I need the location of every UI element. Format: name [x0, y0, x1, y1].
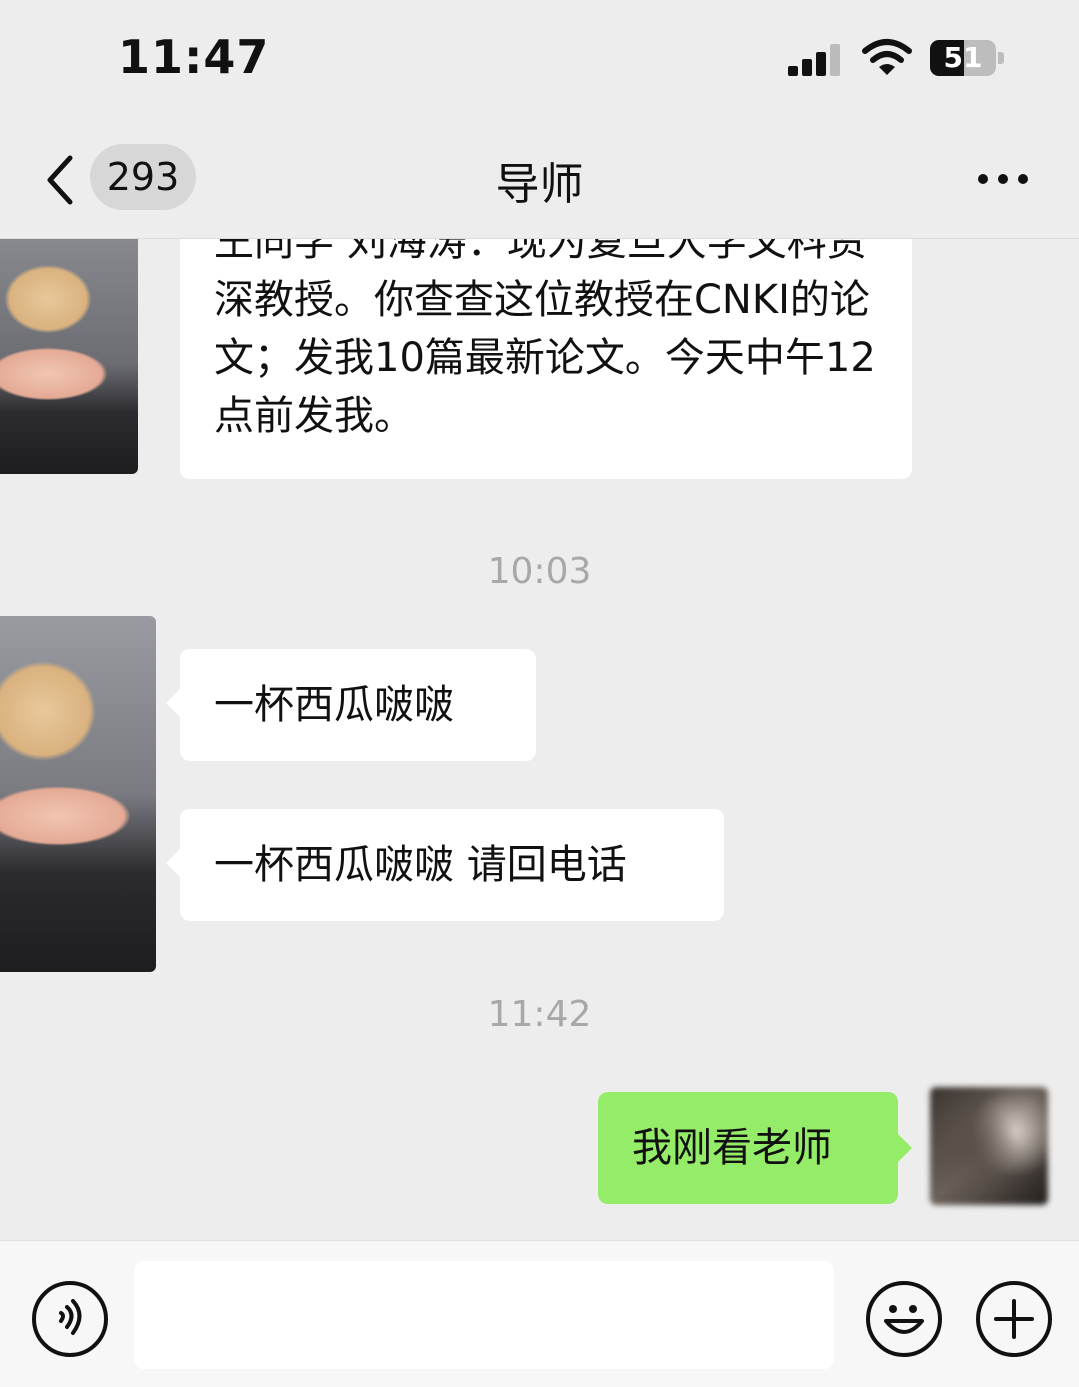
contact-avatar[interactable]: [0, 616, 156, 972]
battery-icon: 51: [930, 40, 996, 76]
outgoing-message[interactable]: 我刚看老师: [598, 1092, 912, 1204]
message-timestamp: 11:42: [487, 994, 592, 1035]
message-input[interactable]: [134, 1261, 834, 1369]
ellipsis-icon[interactable]: [968, 154, 1038, 204]
battery-percent: 51: [943, 41, 983, 74]
input-bar: [0, 1240, 1079, 1387]
incoming-message[interactable]: 一杯西瓜啵啵 请回电话: [166, 809, 724, 921]
smiley-icon[interactable]: [866, 1281, 942, 1357]
cellular-signal-icon: [788, 44, 842, 76]
message-timestamp: 10:03: [487, 551, 592, 592]
contact-avatar[interactable]: [0, 239, 138, 474]
incoming-message[interactable]: 王同学 刘海涛：现为复旦大学文科资深教授。你查查这位教授在CNKI的论文；发我1…: [180, 239, 912, 479]
voice-icon[interactable]: [32, 1281, 108, 1357]
message-list[interactable]: 王同学 刘海涛：现为复旦大学文科资深教授。你查查这位教授在CNKI的论文；发我1…: [0, 239, 1079, 1239]
status-bar: 11:47 51: [0, 0, 1079, 120]
unread-count-badge[interactable]: 293: [90, 144, 196, 210]
status-time: 11:47: [118, 30, 270, 84]
incoming-message[interactable]: 一杯西瓜啵啵: [166, 649, 536, 761]
chevron-left-icon[interactable]: [40, 150, 84, 210]
chat-header: 293 导师: [0, 120, 1079, 239]
battery-tip: [998, 52, 1004, 64]
plus-icon[interactable]: [976, 1281, 1052, 1357]
my-avatar[interactable]: [930, 1087, 1048, 1205]
wifi-icon: [862, 38, 912, 78]
